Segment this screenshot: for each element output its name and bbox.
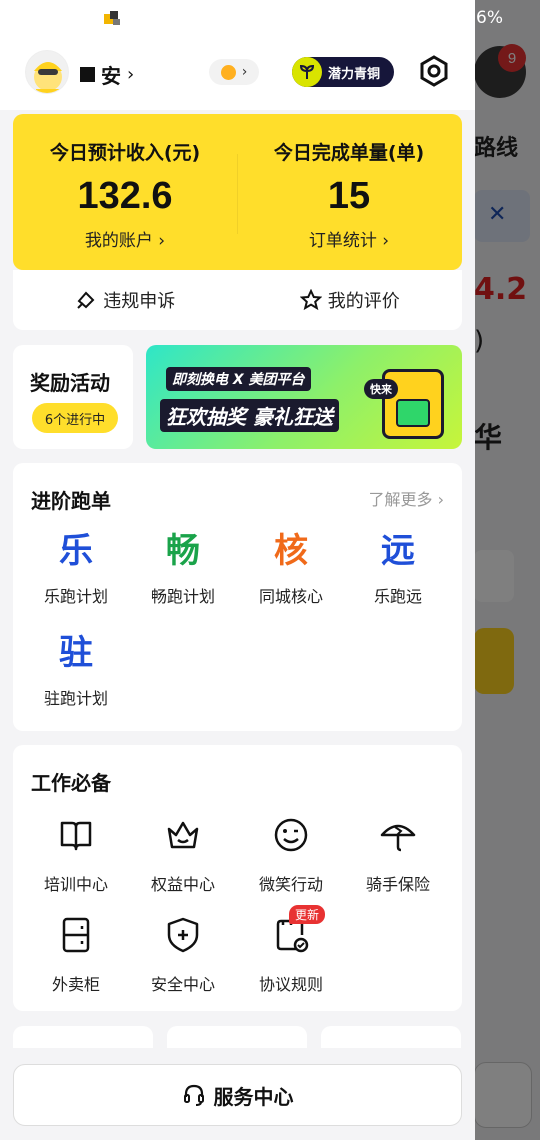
- user-name-link[interactable]: 安 ›: [80, 60, 134, 89]
- orders-label: 今日完成单量(单): [273, 142, 425, 164]
- item-label: 权益中心: [150, 875, 215, 894]
- star-icon: [299, 289, 322, 311]
- sprout-icon: [292, 57, 322, 87]
- item-label: 驻跑计划: [43, 689, 108, 708]
- banner-badge: 快来: [364, 379, 398, 399]
- income-label: 今日预计收入(元): [49, 142, 201, 164]
- banner-subtitle: 即刻换电 X 美团平台: [166, 367, 311, 391]
- yuan-glyph-icon: 远: [381, 531, 415, 571]
- my-account-link[interactable]: 我的账户 ›: [13, 226, 237, 251]
- core-glyph-icon: 核: [274, 531, 308, 571]
- essential-item-smile[interactable]: 微笑行动: [241, 815, 341, 895]
- item-label: 协议规则: [258, 975, 323, 994]
- item-label: 微笑行动: [258, 875, 323, 894]
- zhupao-glyph-icon: 驻: [59, 633, 93, 673]
- umbrella-icon: [380, 824, 416, 852]
- advanced-item-changpao[interactable]: 畅 畅跑计划: [133, 531, 233, 607]
- income-value: 132.6: [77, 175, 173, 217]
- appeal-label: 违规申诉: [103, 291, 176, 312]
- hammer-icon: [77, 291, 95, 309]
- battery-percent: 6%: [476, 8, 503, 28]
- shield-icon: [167, 917, 199, 953]
- order-stats-link[interactable]: 订单统计 ›: [237, 226, 461, 251]
- income-today: 今日预计收入(元) 132.6 我的账户 ›: [13, 114, 237, 270]
- headset-icon: [183, 1084, 204, 1106]
- appeal-button[interactable]: 违规申诉: [13, 270, 238, 330]
- avatar[interactable]: [25, 50, 69, 94]
- advanced-item-zhupao[interactable]: 驻 驻跑计划: [26, 633, 126, 709]
- side-drawer: 安 › › 潜力青铜 今日预计收入(元) 132.6 我的账户 › 今日完成单量…: [0, 0, 475, 1140]
- service-center-button[interactable]: 服务中心: [13, 1064, 462, 1126]
- section-title: 进阶跑单: [31, 489, 111, 513]
- essential-item-benefits[interactable]: 权益中心: [133, 815, 233, 895]
- item-label: 外卖柜: [51, 975, 100, 994]
- rating-label: 我的评价: [327, 291, 400, 312]
- my-rating-button[interactable]: 我的评价: [238, 270, 463, 330]
- tier-badge[interactable]: 潜力青铜: [292, 57, 394, 87]
- promo-banner[interactable]: 即刻换电 X 美团平台 狂欢抽奖 豪礼狂送 快来: [146, 345, 462, 449]
- lepao-glyph-icon: 乐: [59, 531, 93, 571]
- essential-item-safety[interactable]: 安全中心: [133, 915, 233, 995]
- advanced-section: 进阶跑单 了解更多 › 乐 乐跑计划 畅 畅跑计划 核 同城核心 远 乐跑远 驻…: [13, 463, 462, 731]
- name-mask: [80, 67, 95, 82]
- essentials-section: 工作必备 培训中心 权益中心 微笑行动 骑手保险 外卖柜 安全中心 协议规则 更…: [13, 745, 462, 1011]
- reward-count-pill: 6个进行中: [32, 403, 118, 433]
- book-icon: [60, 821, 92, 851]
- new-badge: 更新: [289, 905, 326, 924]
- locker-icon: [62, 917, 90, 953]
- notification-status-icon: [104, 11, 120, 25]
- item-label: 骑手保险: [365, 875, 430, 894]
- orders-today: 今日完成单量(单) 15 订单统计 ›: [237, 114, 461, 270]
- profile-bar: 安 › › 潜力青铜: [0, 40, 475, 110]
- item-label: 安全中心: [150, 975, 215, 994]
- changpao-glyph-icon: 畅: [166, 531, 200, 571]
- reward-card[interactable]: 奖励活动 6个进行中: [13, 345, 133, 449]
- reward-title: 奖励活动: [30, 371, 110, 395]
- tier-label: 潜力青铜: [328, 66, 381, 82]
- essential-item-insurance[interactable]: 骑手保险: [348, 815, 448, 895]
- user-name: 安: [101, 64, 121, 88]
- battery-screen: [396, 399, 430, 427]
- item-label: 同城核心: [258, 587, 323, 606]
- chevron-right-icon: ›: [241, 64, 248, 80]
- service-label: 服务中心: [213, 1084, 294, 1109]
- item-label: 畅跑计划: [150, 587, 215, 606]
- essential-item-locker[interactable]: 外卖柜: [26, 915, 126, 995]
- advanced-item-lepaoyuan[interactable]: 远 乐跑远: [348, 531, 448, 607]
- essential-item-agreement[interactable]: 协议规则: [241, 915, 341, 995]
- crown-icon: [167, 821, 199, 849]
- action-row: 违规申诉 我的评价: [13, 270, 462, 330]
- orders-value: 15: [327, 175, 371, 217]
- chevron-right-icon: ›: [127, 64, 135, 85]
- level-pill[interactable]: ›: [209, 59, 259, 85]
- item-label: 乐跑远: [373, 587, 422, 606]
- section-title: 工作必备: [31, 771, 111, 795]
- status-bar: [0, 0, 475, 40]
- coin-icon: [220, 64, 236, 80]
- essential-item-training[interactable]: 培训中心: [26, 815, 126, 895]
- advanced-item-lepao[interactable]: 乐 乐跑计划: [26, 531, 126, 607]
- item-label: 培训中心: [43, 875, 108, 894]
- banner-title: 狂欢抽奖 豪礼狂送: [160, 399, 339, 432]
- income-card: 今日预计收入(元) 132.6 我的账户 › 今日完成单量(单) 15 订单统计…: [13, 114, 462, 270]
- settings-icon[interactable]: [418, 55, 450, 87]
- learn-more-link[interactable]: 了解更多 ›: [369, 486, 445, 510]
- advanced-item-core[interactable]: 核 同城核心: [241, 531, 341, 607]
- smile-icon: [274, 818, 308, 852]
- item-label: 乐跑计划: [43, 587, 108, 606]
